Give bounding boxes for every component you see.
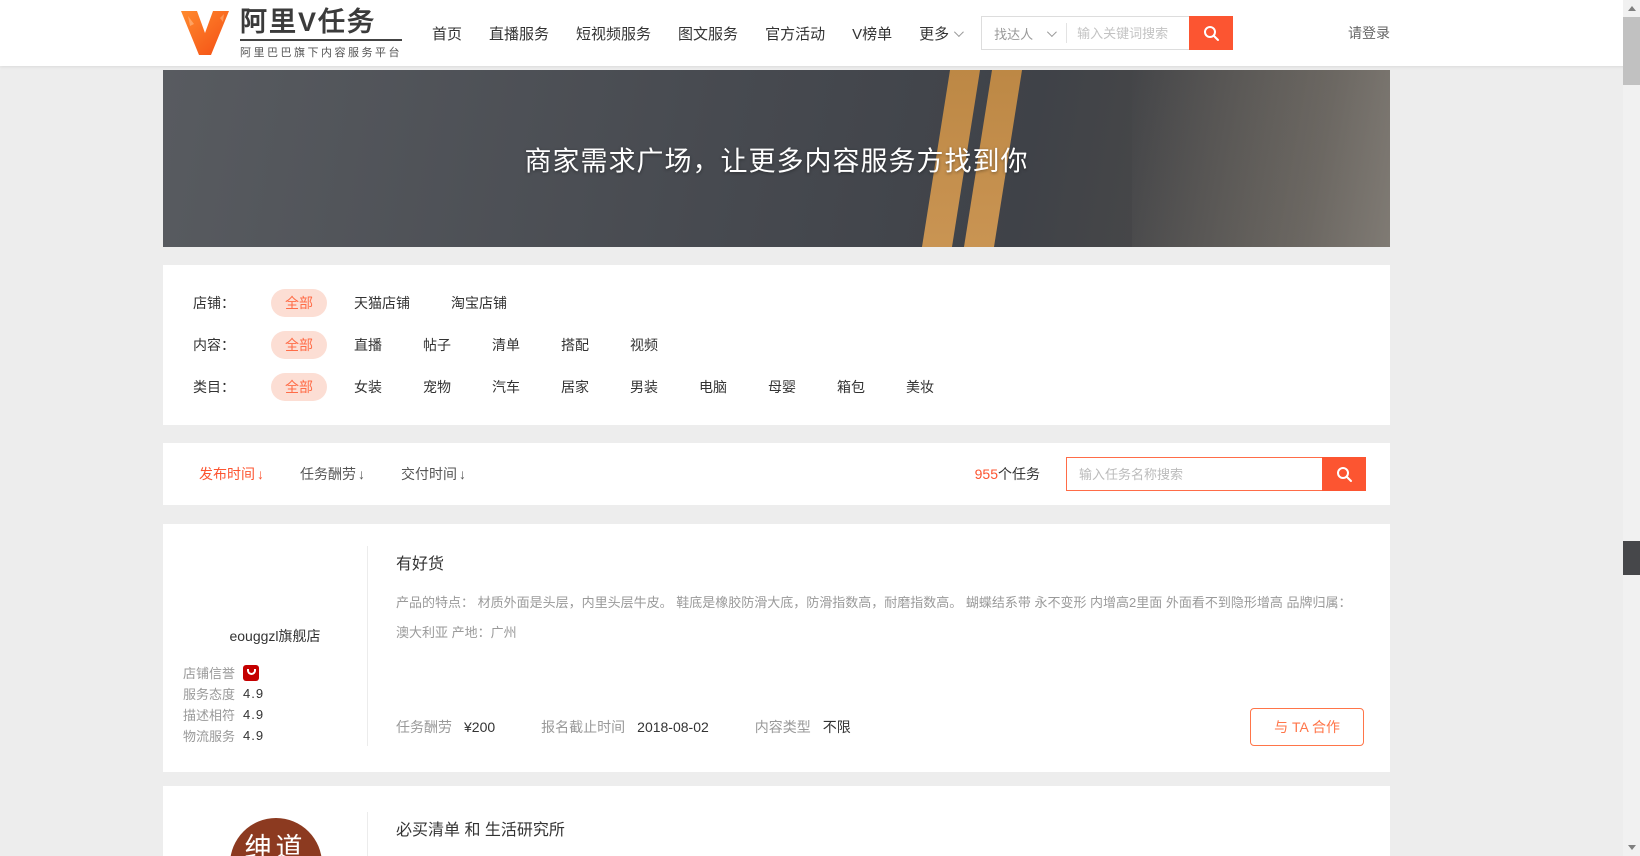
- nav-more[interactable]: 更多: [919, 23, 961, 44]
- task-search-button[interactable]: [1322, 457, 1366, 491]
- shop-info: eouggzl旗舰店 店铺信誉 服务态度4.9 描述相符4.9 物流服务4.9: [163, 546, 368, 746]
- filter-label: 内容：: [193, 335, 271, 355]
- scroll-down-button[interactable]: [1623, 839, 1640, 856]
- task-title[interactable]: 必买清单 和 生活研究所: [396, 816, 1364, 840]
- logo-subtitle: 阿里巴巴旗下内容服务平台: [240, 39, 402, 60]
- task-card: eouggzl旗舰店 店铺信誉 服务态度4.9 描述相符4.9 物流服务4.9 …: [163, 524, 1390, 772]
- logo-v-icon: [180, 10, 230, 56]
- top-header: 阿里V任务 阿里巴巴旗下内容服务平台 首页 直播服务 短视频服务 图文服务 官方…: [0, 0, 1640, 66]
- sort-bar: 发布时间↓ 任务酬劳↓ 交付时间↓ 955个任务: [163, 443, 1390, 505]
- filter-option-taobao-shop[interactable]: 淘宝店铺: [437, 289, 521, 317]
- rating-row-description: 描述相符4.9: [183, 704, 367, 725]
- meta-pay: 任务酬劳¥200: [396, 717, 495, 737]
- search-icon: [1335, 465, 1353, 483]
- rating-row-reputation: 店铺信誉: [183, 662, 367, 683]
- floating-side-tab[interactable]: [1623, 541, 1640, 575]
- filter-option-all[interactable]: 全部: [271, 331, 327, 359]
- filter-option-live[interactable]: 直播: [340, 331, 396, 359]
- header-search: 找达人: [981, 16, 1233, 50]
- task-description: 产品的特点： 材质外面是头层，内里头层牛皮。 鞋底是橡胶防滑大底，防滑指数高，耐…: [396, 588, 1361, 648]
- filter-option-all[interactable]: 全部: [271, 289, 327, 317]
- search-icon: [1202, 24, 1220, 42]
- shop-info: 绅道 衣品: [163, 812, 368, 856]
- shop-name[interactable]: eouggzl旗舰店: [183, 626, 367, 646]
- filter-option-bags[interactable]: 箱包: [823, 373, 879, 401]
- header-search-input[interactable]: [1067, 26, 1189, 41]
- filter-option-pets[interactable]: 宠物: [409, 373, 465, 401]
- task-title[interactable]: 有好货: [396, 550, 1364, 574]
- arrow-down-icon: [1628, 845, 1636, 850]
- task-search-input[interactable]: [1066, 457, 1322, 491]
- filter-row-category: 类目： 全部 女装 宠物 汽车 居家 男装 电脑 母婴 箱包 美妆: [193, 373, 1360, 401]
- filter-option-match[interactable]: 搭配: [547, 331, 603, 359]
- nav-v-ranking[interactable]: V榜单: [852, 23, 892, 44]
- filter-option-tmall-shop[interactable]: 天猫店铺: [340, 289, 424, 317]
- filter-label: 店铺：: [193, 293, 271, 313]
- login-link[interactable]: 请登录: [1348, 23, 1390, 43]
- rating-row-service: 服务态度4.9: [183, 683, 367, 704]
- task-count: 955个任务: [975, 464, 1040, 484]
- site-logo[interactable]: 阿里V任务 阿里巴巴旗下内容服务平台: [180, 7, 402, 60]
- task-card: 绅道 衣品 必买清单 和 生活研究所 绅道衣品 2013年入驻天猫 专注男士西裤…: [163, 786, 1390, 856]
- filter-option-list[interactable]: 清单: [478, 331, 534, 359]
- shop-logo[interactable]: 绅道 衣品: [230, 818, 322, 856]
- header-search-button[interactable]: [1189, 16, 1233, 50]
- filter-row-content: 内容： 全部 直播 帖子 清单 搭配 视频: [193, 331, 1360, 359]
- arrow-up-icon: [1628, 6, 1636, 11]
- nav-graphic-service[interactable]: 图文服务: [678, 23, 738, 44]
- filter-panel: 店铺： 全部 天猫店铺 淘宝店铺 内容： 全部 直播 帖子 清单 搭配 视频 类…: [163, 265, 1390, 425]
- scroll-up-button[interactable]: [1623, 0, 1640, 17]
- filter-option-computer[interactable]: 电脑: [685, 373, 741, 401]
- sort-delivery-time[interactable]: 交付时间↓: [401, 464, 466, 484]
- nav-official-activity[interactable]: 官方活动: [765, 23, 825, 44]
- filter-option-video[interactable]: 视频: [616, 331, 672, 359]
- scrollbar-thumb[interactable]: [1623, 17, 1640, 85]
- filter-option-mother-baby[interactable]: 母婴: [754, 373, 810, 401]
- chevron-down-icon: [954, 27, 964, 37]
- search-category-select[interactable]: 找达人: [982, 24, 1066, 43]
- filter-label: 类目：: [193, 377, 271, 397]
- sort-desc-icon: ↓: [257, 466, 264, 482]
- filter-option-womenswear[interactable]: 女装: [340, 373, 396, 401]
- filter-option-menswear[interactable]: 男装: [616, 373, 672, 401]
- logo-title: 阿里V任务: [240, 7, 402, 37]
- filter-row-shop: 店铺： 全部 天猫店铺 淘宝店铺: [193, 289, 1360, 317]
- hero-banner: 商家需求广场，让更多内容服务方找到你: [163, 70, 1390, 247]
- rating-row-logistics: 物流服务4.9: [183, 725, 367, 746]
- cooperate-button[interactable]: 与 TA 合作: [1250, 708, 1364, 746]
- filter-option-beauty[interactable]: 美妆: [892, 373, 948, 401]
- filter-option-post[interactable]: 帖子: [409, 331, 465, 359]
- sort-desc-icon: ↓: [358, 466, 365, 482]
- banner-title: 商家需求广场，让更多内容服务方找到你: [163, 139, 1390, 178]
- meta-content-type: 内容类型不限: [755, 717, 851, 737]
- sort-task-pay[interactable]: 任务酬劳↓: [300, 464, 365, 484]
- filter-option-home[interactable]: 居家: [547, 373, 603, 401]
- filter-option-all[interactable]: 全部: [271, 373, 327, 401]
- nav-live-service[interactable]: 直播服务: [489, 23, 549, 44]
- sort-publish-time[interactable]: 发布时间↓: [199, 464, 264, 484]
- task-meta-row: 任务酬劳¥200 报名截止时间2018-08-02 内容类型不限 与 TA 合作: [396, 708, 1364, 746]
- nav-home[interactable]: 首页: [432, 23, 462, 44]
- nav-short-video-service[interactable]: 短视频服务: [576, 23, 651, 44]
- filter-option-cars[interactable]: 汽车: [478, 373, 534, 401]
- task-search: [1066, 457, 1366, 491]
- chevron-down-icon: [1047, 27, 1057, 37]
- main-nav: 首页 直播服务 短视频服务 图文服务 官方活动 V榜单 更多: [432, 23, 961, 44]
- tmall-badge-icon: [243, 665, 259, 681]
- sort-desc-icon: ↓: [459, 466, 466, 482]
- meta-deadline: 报名截止时间2018-08-02: [541, 717, 709, 737]
- page-scrollbar: [1623, 0, 1640, 856]
